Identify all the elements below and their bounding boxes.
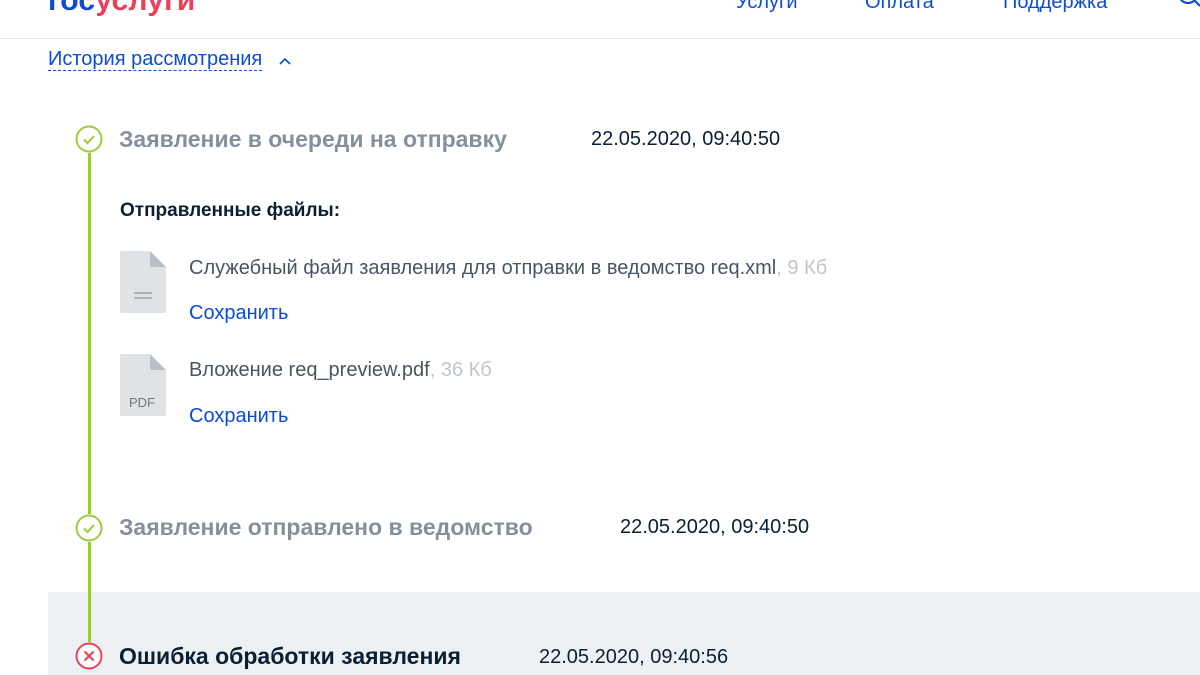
- timeline-line-3: [88, 592, 91, 642]
- nav-payment[interactable]: Оплата: [865, 0, 934, 12]
- event-title: Заявление в очереди на отправку: [119, 126, 507, 152]
- pdf-icon-label: PDF: [129, 395, 155, 410]
- pdf-file-icon: PDF: [120, 354, 166, 416]
- file-name-text: Служебный файл заявления для отправки в …: [189, 257, 777, 279]
- error-cross-icon: [75, 642, 103, 670]
- search-icon[interactable]: [1176, 0, 1200, 12]
- document-icon: [120, 251, 166, 313]
- site-header: госуслуги Услуги Оплата Поддержка: [0, 0, 1200, 39]
- success-check-icon: [75, 125, 103, 153]
- logo-part-2: услуги: [95, 0, 196, 17]
- success-check-icon: [75, 514, 103, 542]
- history-toggle[interactable]: История рассмотрения: [48, 46, 292, 73]
- save-file-link[interactable]: Сохранить: [189, 403, 288, 429]
- files-heading: Отправленные файлы:: [120, 200, 341, 221]
- chevron-up-icon: [278, 47, 292, 73]
- gosuslugi-logo[interactable]: госуслуги: [48, 0, 195, 16]
- nav-services[interactable]: Услуги: [736, 0, 798, 12]
- history-toggle-label: История рассмотрения: [48, 48, 263, 71]
- file-size: , 36 Кб: [429, 359, 492, 381]
- timeline-line-1: [88, 152, 91, 514]
- file-size: , 9 Кб: [776, 257, 828, 279]
- logo-part-1: гос: [48, 0, 96, 17]
- file-name: Вложение req_preview.pdf, 36 Кб: [189, 357, 492, 383]
- nav-support[interactable]: Поддержка: [1003, 0, 1107, 12]
- event-title: Заявление отправлено в ведомство: [119, 514, 533, 540]
- page: госуслуги Услуги Оплата Поддержка Истори…: [0, 0, 1200, 675]
- file-name: Служебный файл заявления для отправки в …: [189, 255, 827, 281]
- event-date: 22.05.2020, 09:40:56: [539, 646, 729, 668]
- file-name-text: Вложение req_preview.pdf: [189, 359, 430, 381]
- save-file-link[interactable]: Сохранить: [189, 300, 288, 326]
- event-date: 22.05.2020, 09:40:50: [591, 128, 781, 150]
- event-date: 22.05.2020, 09:40:50: [620, 516, 810, 538]
- event-title: Ошибка обработки заявления: [119, 643, 461, 669]
